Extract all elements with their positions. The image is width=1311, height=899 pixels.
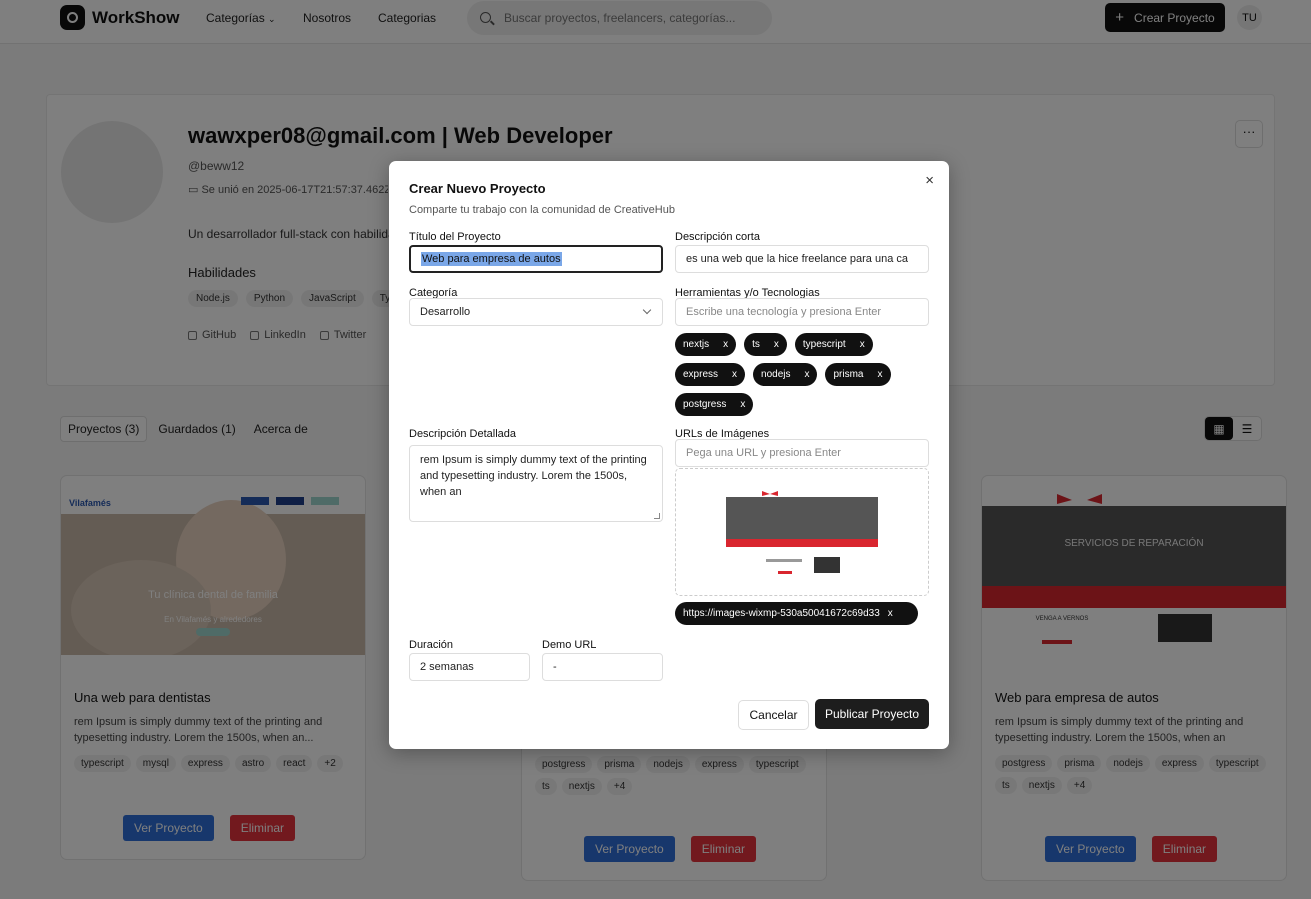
image-url-text: https://images-wixmp-530a50041672c69d33: [683, 608, 880, 619]
duration-label: Duración: [409, 639, 454, 651]
remove-chip-icon[interactable]: x: [723, 339, 728, 350]
image-url-chip: https://images-wixmp-530a50041672c69d33 …: [675, 602, 918, 625]
close-icon[interactable]: ×: [925, 172, 934, 189]
tools-input[interactable]: Escribe una tecnología y presiona Enter: [675, 298, 929, 326]
image-url-placeholder: Pega una URL y presiona Enter: [686, 447, 841, 459]
remove-chip-icon[interactable]: x: [860, 339, 865, 350]
tool-chip: prisma x: [825, 363, 891, 386]
title-input[interactable]: Web para empresa de autos: [409, 245, 663, 273]
chip-label: nodejs: [761, 369, 791, 380]
short-description-input[interactable]: es una web que la hice freelance para un…: [675, 245, 929, 273]
remove-chip-icon[interactable]: x: [804, 369, 809, 380]
image-preview: [726, 489, 878, 577]
remove-chip-icon[interactable]: x: [732, 369, 737, 380]
image-url-input[interactable]: Pega una URL y presiona Enter: [675, 439, 929, 467]
tools-placeholder: Escribe una tecnología y presiona Enter: [686, 306, 882, 318]
remove-chip-icon[interactable]: x: [774, 339, 779, 350]
chevron-down-icon: [642, 305, 652, 315]
remove-chip-icon[interactable]: x: [740, 399, 745, 410]
title-input-value: Web para empresa de autos: [421, 252, 562, 266]
duration-input[interactable]: 2 semanas: [409, 653, 530, 681]
tool-chips: nextjs x ts x typescript x express x nodejs x…: [675, 333, 935, 416]
tool-chip: express x: [675, 363, 746, 386]
category-select[interactable]: Desarrollo: [409, 298, 663, 326]
category-value: Desarrollo: [420, 306, 471, 318]
resize-handle-icon[interactable]: [654, 513, 660, 519]
chip-label: ts: [752, 339, 760, 350]
image-preview-area: [675, 468, 929, 596]
chip-label: express: [683, 369, 719, 380]
tool-chip: nodejs x: [753, 363, 818, 386]
remove-chip-icon[interactable]: x: [878, 369, 883, 380]
short-description-label: Descripción corta: [675, 231, 760, 243]
modal-subtitle: Comparte tu trabajo con la comunidad de …: [409, 204, 675, 216]
demo-url-input[interactable]: -: [542, 653, 663, 681]
detail-description-textarea[interactable]: rem Ipsum is simply dummy text of the pr…: [409, 445, 663, 522]
remove-url-icon[interactable]: x: [888, 608, 893, 619]
chip-label: prisma: [833, 369, 864, 380]
modal-title: Crear Nuevo Proyecto: [409, 181, 546, 196]
detail-description-value: rem Ipsum is simply dummy text of the pr…: [420, 454, 647, 498]
create-project-modal: × Crear Nuevo Proyecto Comparte tu traba…: [389, 161, 949, 749]
tool-chip: nextjs x: [675, 333, 737, 356]
detail-description-label: Descripción Detallada: [409, 428, 516, 440]
cancel-button[interactable]: Cancelar: [738, 700, 809, 730]
chip-label: nextjs: [683, 339, 710, 350]
publish-project-button[interactable]: Publicar Proyecto: [815, 699, 929, 729]
demo-url-label: Demo URL: [542, 639, 597, 651]
chip-label: postgress: [683, 399, 727, 410]
tool-chip: typescript x: [794, 333, 873, 356]
title-label: Título del Proyecto: [409, 231, 501, 243]
tool-chip: postgress x: [675, 393, 754, 416]
tool-chip: ts x: [744, 333, 787, 356]
chip-label: typescript: [802, 339, 846, 350]
